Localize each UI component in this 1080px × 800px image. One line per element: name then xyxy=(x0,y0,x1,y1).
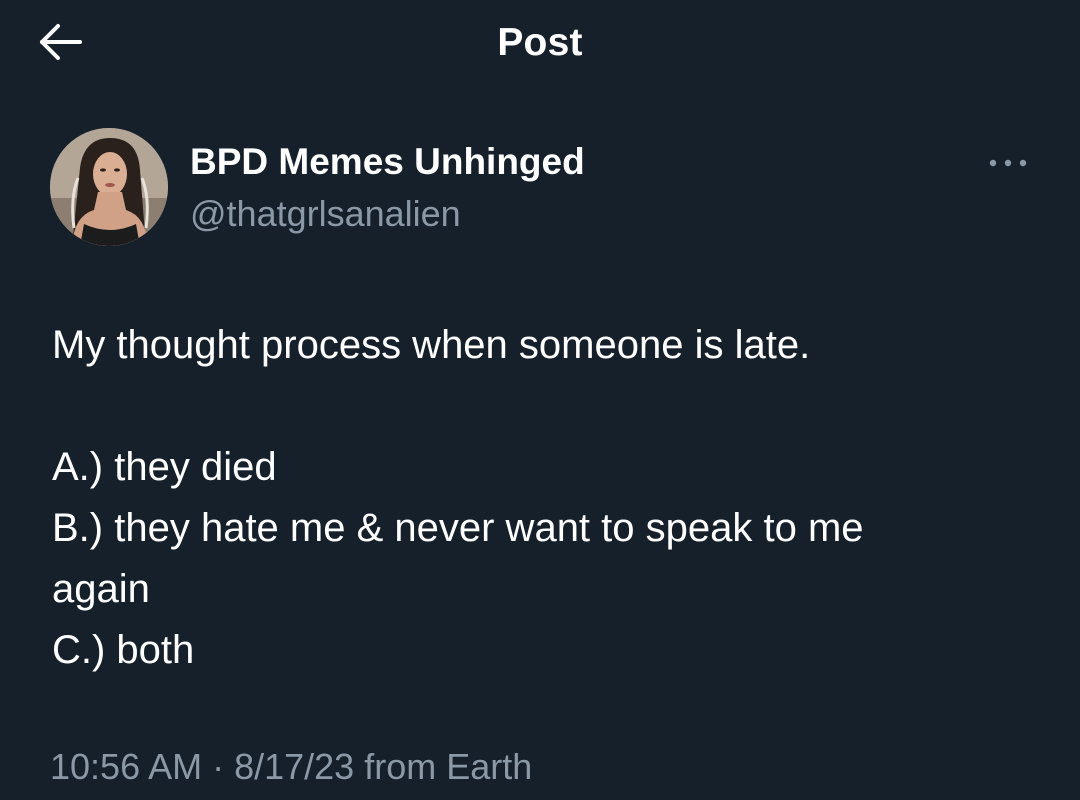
top-bar: Post xyxy=(0,0,1080,90)
handle[interactable]: @thatgrlsanalien xyxy=(190,192,461,236)
display-name[interactable]: BPD Memes Unhinged xyxy=(190,140,585,184)
post-timestamp: 10:56 AM · 8/17/23 from Earth xyxy=(50,746,533,787)
avatar-photo xyxy=(50,128,168,246)
post-line: A.) they died xyxy=(52,445,277,489)
post-line: again xyxy=(52,567,150,611)
author-row: BPD Memes Unhinged @thatgrlsanalien xyxy=(50,128,1040,248)
page-title: Post xyxy=(497,21,583,64)
post-line: My thought process when someone is late. xyxy=(52,323,811,367)
post-line xyxy=(52,376,1032,437)
more-button[interactable] xyxy=(982,154,1034,172)
post-line: B.) they hate me & never want to speak t… xyxy=(52,506,864,550)
post-screen: Post BPD Memes Unhinged @thatgrlsanalien… xyxy=(0,0,1080,800)
post-line: C.) both xyxy=(52,628,195,672)
avatar[interactable] xyxy=(50,128,168,246)
more-horizontal-icon xyxy=(989,159,1027,167)
post-text: My thought process when someone is late.… xyxy=(52,315,1032,681)
